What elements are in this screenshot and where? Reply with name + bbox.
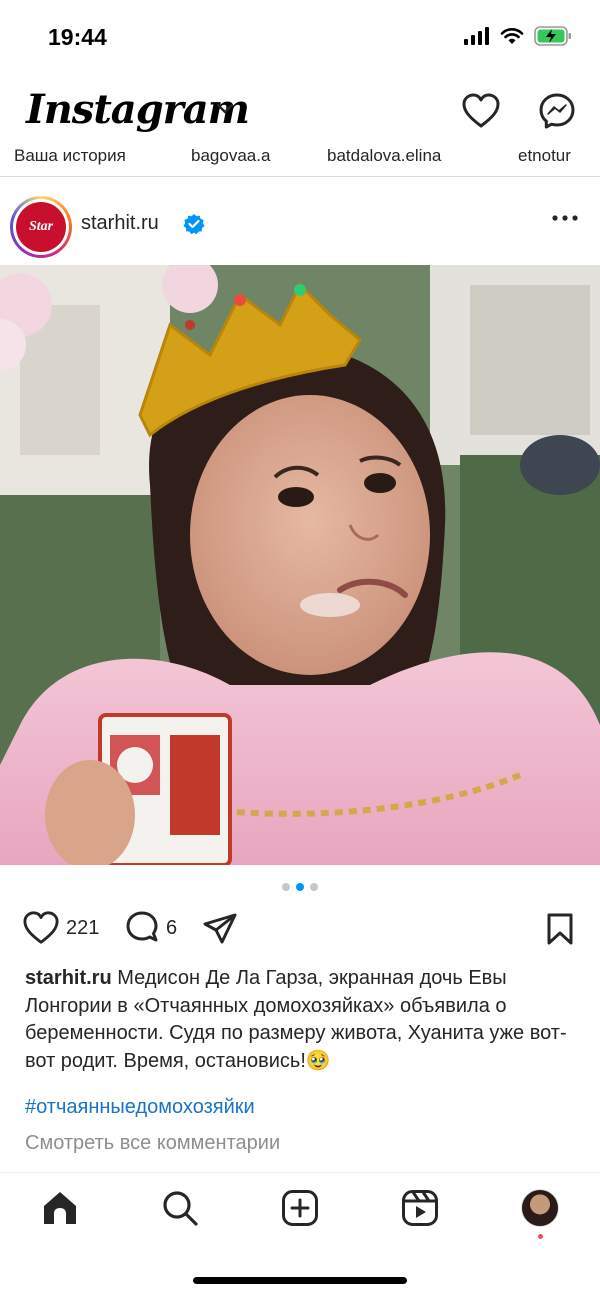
carousel-dot-active [296,883,304,891]
post-caption: starhit.ru Медисон Де Ла Гарза, экранная… [25,965,575,1075]
status-bar: 19:44 [0,0,600,76]
heart-icon[interactable] [22,910,60,946]
heart-icon[interactable] [461,92,501,130]
carousel-dot [282,883,290,891]
status-time: 19:44 [48,24,107,50]
bookmark-icon[interactable] [546,912,574,946]
messenger-icon[interactable] [538,92,576,130]
comment-action[interactable]: 6 [124,910,177,946]
verified-badge-icon [183,214,205,235]
post-header: Star starhit.ru [0,188,600,260]
create-icon[interactable] [281,1189,319,1227]
comment-count[interactable]: 6 [166,917,177,940]
story-label[interactable]: batdalova.elina [327,146,441,166]
story-label[interactable]: etnotur [518,146,571,166]
profile-avatar[interactable] [521,1189,559,1227]
post-actions: 221 6 [0,910,600,950]
notification-dot [538,1234,543,1239]
home-icon[interactable] [41,1189,79,1227]
post-photo[interactable] [0,265,600,865]
hashtag-link[interactable]: #отчаянныедомохозяйки [25,1096,255,1119]
app-header: Instagram [0,80,600,144]
post-username[interactable]: starhit.ru [81,212,159,235]
story-label[interactable]: Ваша история [14,146,126,166]
chevron-down-icon[interactable] [216,102,234,116]
signal-icon [464,27,489,45]
story-label[interactable]: bagovaa.a [191,146,270,166]
battery-charging-icon [534,26,571,46]
stories-tray: Ваша история bagovaa.a batdalova.elina e… [0,144,600,168]
caption-username[interactable]: starhit.ru [25,967,112,989]
profile-tab[interactable] [521,1189,559,1239]
carousel-indicator [0,883,600,891]
post-avatar[interactable]: Star [10,196,72,258]
like-action[interactable]: 221 [22,910,99,946]
like-count[interactable]: 221 [66,917,99,940]
wifi-icon [500,28,524,44]
comment-icon[interactable] [124,910,160,946]
view-all-comments-link[interactable]: Смотреть все комментарии [25,1132,280,1155]
more-options-icon[interactable] [552,214,578,222]
starhit-logo: Star [16,202,66,252]
search-icon[interactable] [161,1189,199,1227]
home-indicator[interactable] [193,1277,407,1284]
status-icons [464,26,572,46]
post-photo-illustration [0,265,600,865]
bottom-nav [0,1172,600,1252]
reels-icon[interactable] [401,1189,439,1227]
carousel-dot [310,883,318,891]
divider [0,176,600,177]
share-icon[interactable] [202,912,238,946]
